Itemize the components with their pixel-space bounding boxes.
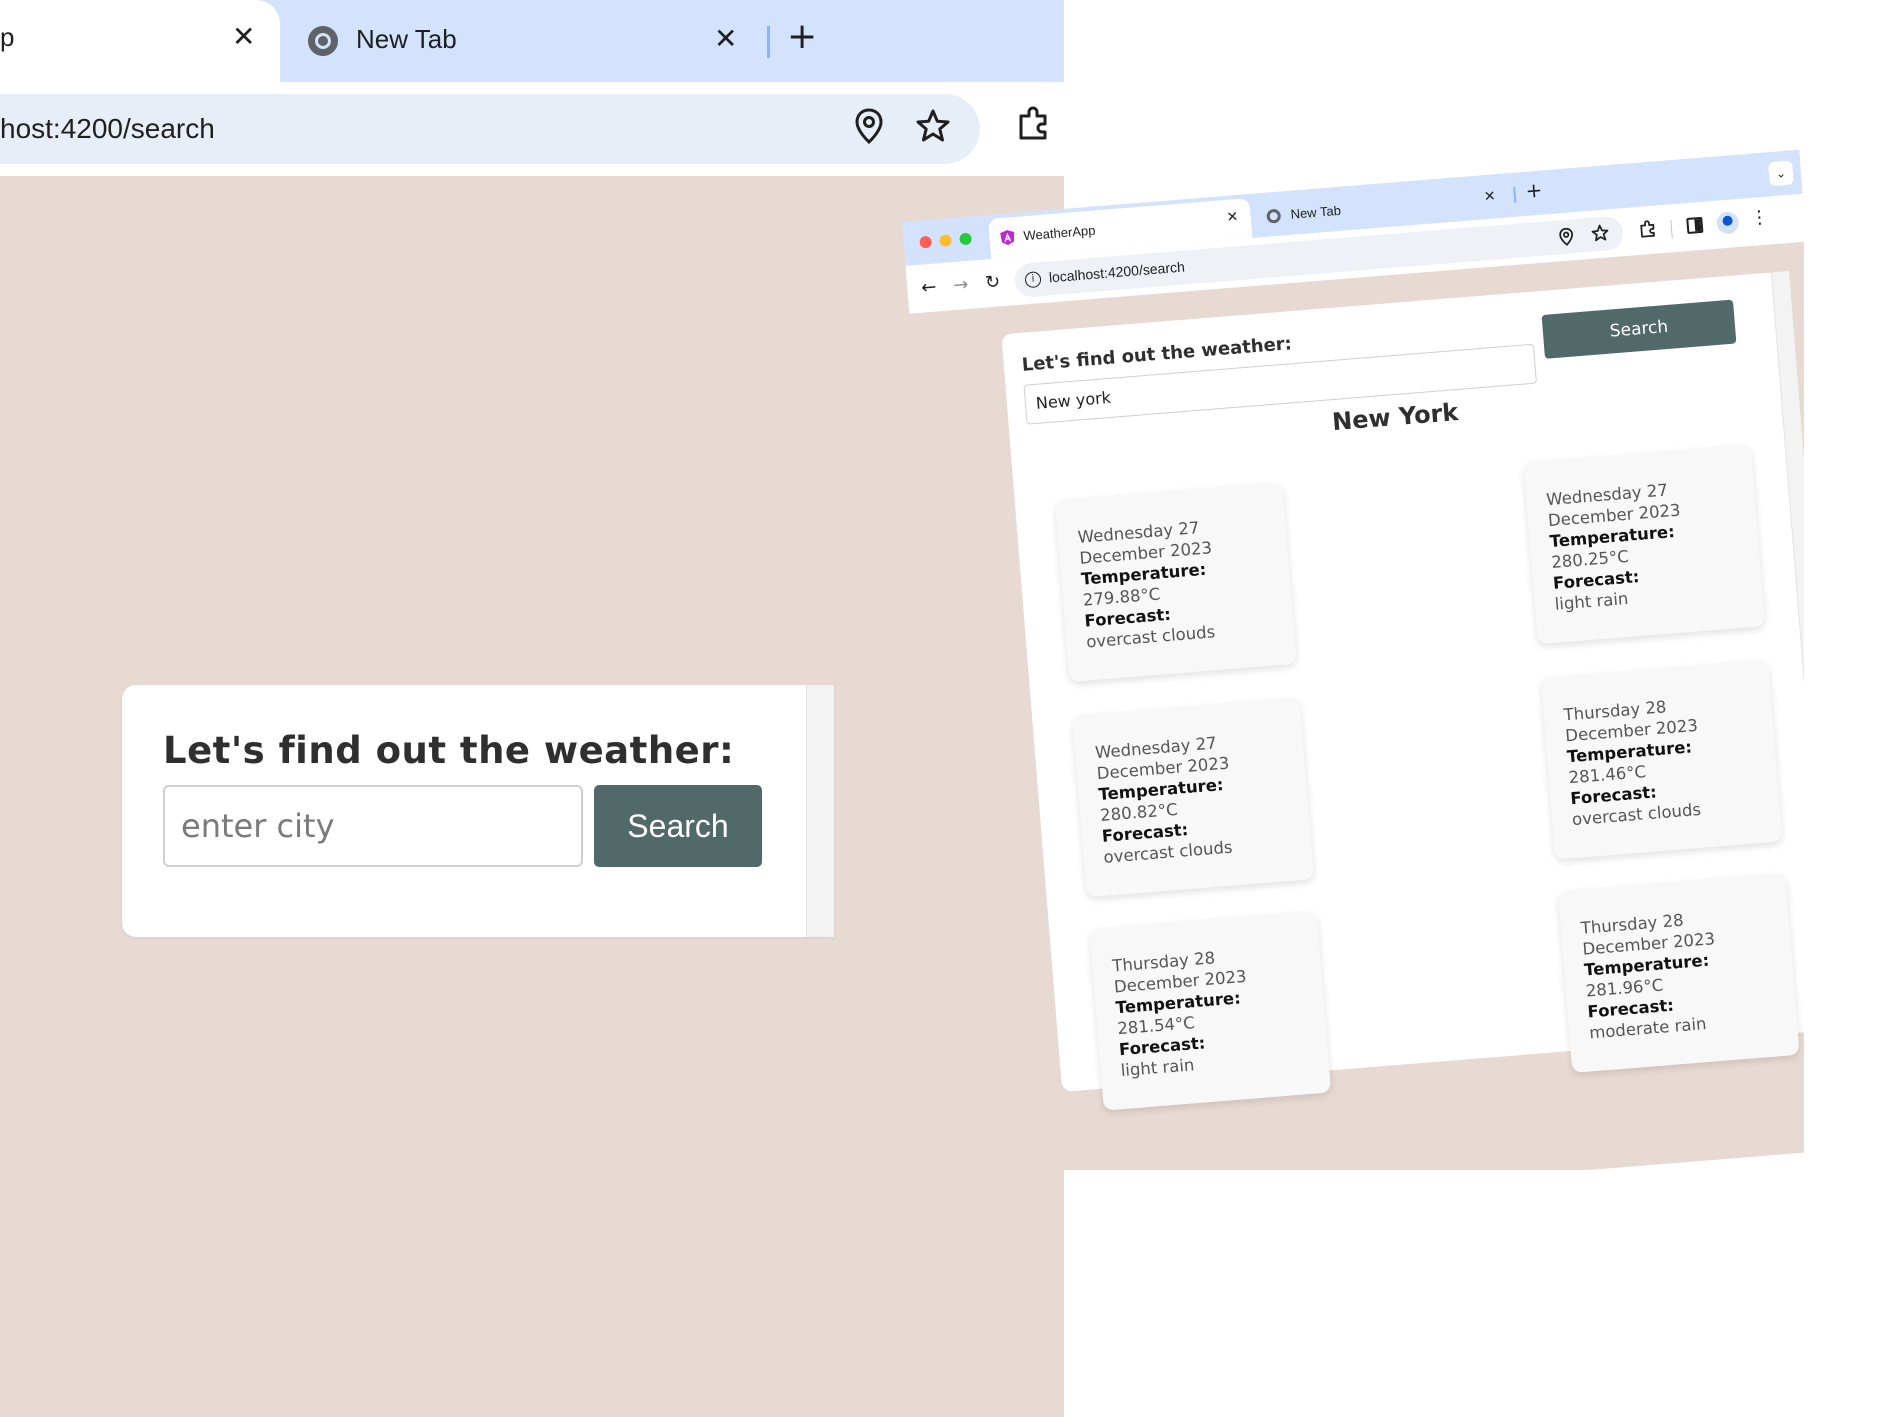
maximize-window-button[interactable] — [959, 232, 973, 246]
tab-divider — [767, 26, 770, 58]
tab-close-icon[interactable]: ✕ — [232, 20, 255, 53]
weather-results-page: Let's find out the weather: New york Sea… — [1001, 271, 1804, 1111]
forecast-card: Thursday 28 December 2023 Temperature: 2… — [1557, 873, 1800, 1073]
minimize-window-button[interactable] — [939, 234, 953, 248]
tab-new-tab[interactable]: New Tab ✕ — [280, 0, 760, 82]
bookmark-star-icon[interactable] — [1590, 223, 1610, 246]
results-screenshot: WeatherApp ✕ New Tab ✕ + ⌄ ← → ↻ i local… — [884, 110, 1804, 1170]
back-arrow-icon[interactable]: ← — [921, 276, 938, 298]
close-window-button[interactable] — [919, 235, 933, 249]
scrollbar[interactable] — [806, 685, 834, 937]
new-tab-button[interactable]: + — [787, 16, 817, 57]
forecast-card: Wednesday 27 December 2023 Temperature: … — [1072, 697, 1315, 898]
reload-icon[interactable]: ↻ — [984, 271, 1001, 293]
site-info-icon[interactable]: i — [1024, 271, 1042, 289]
forecast-card: Thursday 28 December 2023 Temperature: 2… — [1540, 659, 1783, 860]
chrome-icon — [1266, 208, 1282, 224]
address-url[interactable]: localhost:4200/search — [1048, 258, 1185, 285]
side-panel-icon[interactable] — [1686, 216, 1704, 235]
forecast-card: Thursday 28 December 2023 Temperature: 2… — [1089, 910, 1332, 1111]
forecast-card: Wednesday 27 December 2023 Temperature: … — [1054, 482, 1297, 683]
location-pin-icon[interactable] — [855, 108, 883, 148]
card-title: Let's find out the weather: — [163, 729, 735, 772]
location-pin-icon[interactable] — [1559, 227, 1575, 250]
search-button[interactable]: Search — [594, 785, 762, 867]
tab-title: p — [0, 22, 15, 52]
address-bar[interactable]: host:4200/search — [0, 94, 980, 164]
search-card: Let's find out the weather: Search — [122, 685, 834, 937]
tab-close-icon[interactable]: ✕ — [714, 22, 737, 55]
tab-divider — [1513, 186, 1517, 203]
forward-arrow-icon[interactable]: → — [952, 274, 969, 296]
mini-browser-window: WeatherApp ✕ New Tab ✕ + ⌄ ← → ↻ i local… — [902, 149, 1804, 1170]
more-menu-icon[interactable]: ⋮ — [1750, 207, 1770, 229]
new-tab-button[interactable]: + — [1525, 178, 1544, 203]
tab-title: WeatherApp — [1022, 222, 1096, 244]
address-url[interactable]: host:4200/search — [0, 113, 215, 145]
tab-strip: p ✕ New Tab ✕ + — [0, 0, 1064, 82]
search-button[interactable]: Search — [1541, 299, 1737, 359]
toolbar-divider — [1670, 220, 1673, 239]
extensions-icon[interactable] — [1638, 220, 1658, 243]
tab-close-icon[interactable]: ✕ — [1483, 188, 1496, 205]
tab-title: New Tab — [356, 24, 457, 54]
profile-avatar-icon[interactable] — [1715, 210, 1740, 235]
forecast-card: Wednesday 27 December 2023 Temperature: … — [1523, 444, 1766, 645]
chrome-icon — [308, 26, 338, 56]
tab-search-chevron-icon[interactable]: ⌄ — [1768, 160, 1794, 187]
tab-close-icon[interactable]: ✕ — [1226, 209, 1239, 226]
tab-active[interactable]: p ✕ — [0, 0, 280, 82]
angular-icon — [999, 229, 1016, 246]
tab-title: New Tab — [1290, 202, 1342, 222]
city-search-input[interactable] — [163, 785, 583, 867]
